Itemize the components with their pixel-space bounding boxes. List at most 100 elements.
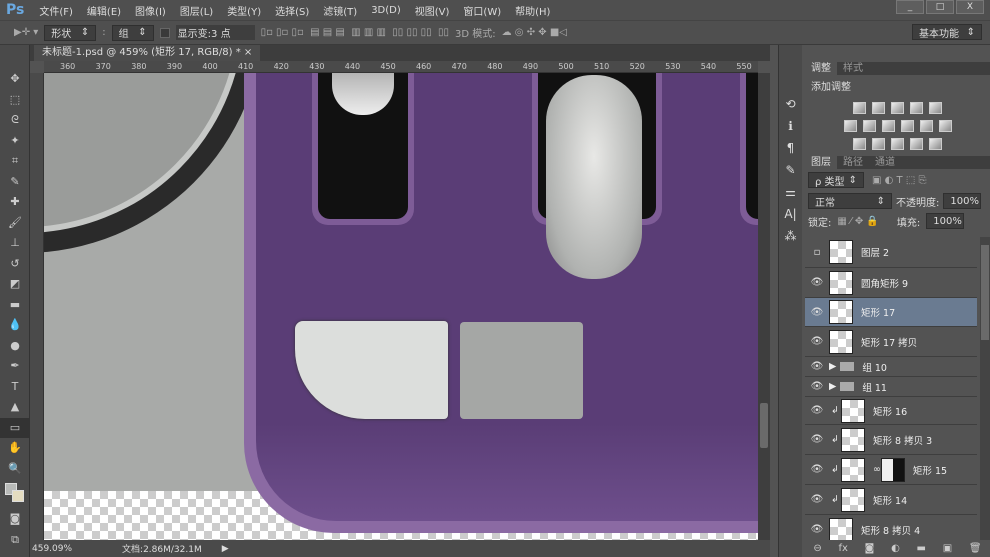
adjustment-icons-row-3[interactable]: [805, 138, 990, 150]
info-icon[interactable]: ℹ: [779, 115, 802, 137]
path-selection-icon[interactable]: ▲: [0, 397, 30, 418]
menu-edit[interactable]: 编辑(E): [80, 3, 128, 18]
eye-icon[interactable]: 👁: [805, 494, 829, 505]
workspace-select[interactable]: 基本功能 ⇕: [912, 24, 982, 40]
adjustment-icons-row-1[interactable]: [805, 102, 990, 114]
type-tool-icon[interactable]: T: [0, 377, 30, 398]
path-select-tool-icon[interactable]: ▶✛ ▾: [14, 27, 38, 38]
gradient-tool-icon[interactable]: ▬: [0, 295, 30, 316]
lock-icons[interactable]: ▦ ⁄ ✥ 🔒: [837, 216, 878, 227]
menu-filter[interactable]: 滤镜(T): [316, 3, 364, 18]
history-brush-icon[interactable]: ↺: [0, 254, 30, 275]
crop-tool-icon[interactable]: ⌗: [0, 151, 30, 172]
document-tab[interactable]: 未标题-1.psd @ 459% (矩形 17, RGB/8) * ×: [34, 45, 261, 61]
layer-row[interactable]: 👁 圆角矩形 9: [805, 268, 977, 298]
layer-row[interactable]: 👁 ↲ 矩形 8 拷贝 3: [805, 425, 977, 455]
menu-select[interactable]: 选择(S): [268, 3, 316, 18]
close-button[interactable]: X: [956, 0, 984, 14]
menu-3d[interactable]: 3D(D): [364, 5, 408, 16]
folder-icon[interactable]: ▬: [917, 543, 926, 554]
screen-mode-icon[interactable]: ⧉: [0, 530, 30, 551]
blend-mode-select[interactable]: 正常 ⇕: [808, 193, 892, 209]
maximize-button[interactable]: □: [926, 0, 954, 14]
swatches-icon[interactable]: ⁂: [779, 225, 802, 247]
healing-brush-icon[interactable]: ✚: [0, 192, 30, 213]
tab-styles[interactable]: 样式: [837, 62, 869, 75]
move-tool-icon[interactable]: ✥: [0, 69, 30, 90]
menu-window[interactable]: 窗口(W): [456, 3, 508, 18]
filter-icons[interactable]: ▣ ◐ T ⬚ ⎘: [872, 175, 926, 186]
eye-icon[interactable]: 👁: [805, 361, 829, 372]
status-arrow-icon[interactable]: ▶: [222, 544, 229, 554]
new-layer-icon[interactable]: ▣: [943, 543, 952, 554]
trash-icon[interactable]: 🗑: [969, 543, 982, 554]
eye-icon[interactable]: 👁: [805, 524, 829, 535]
pen-tool-icon[interactable]: ✒: [0, 356, 30, 377]
menu-image[interactable]: 图像(I): [128, 3, 173, 18]
eye-icon[interactable]: 👁: [805, 381, 829, 392]
brush-tool-icon[interactable]: 🖌: [0, 213, 30, 234]
magic-wand-icon[interactable]: ✦: [0, 131, 30, 152]
eye-icon[interactable]: 👁: [805, 464, 829, 475]
menu-help[interactable]: 帮助(H): [508, 3, 557, 18]
layer-row[interactable]: 👁 矩形 17 拷贝: [805, 327, 977, 357]
scroll-thumb[interactable]: [760, 403, 768, 448]
eye-icon[interactable]: 👁: [805, 277, 829, 288]
stamp-tool-icon[interactable]: ⊥: [0, 233, 30, 254]
vertical-scrollbar[interactable]: [758, 73, 770, 540]
mask-icon[interactable]: ◙: [865, 543, 875, 554]
tab-paths[interactable]: 路径: [837, 156, 869, 169]
brush-presets-icon[interactable]: ✎: [779, 159, 802, 181]
hand-tool-icon[interactable]: ✋: [0, 438, 30, 459]
tab-layers[interactable]: 图层: [805, 156, 837, 169]
blur-tool-icon[interactable]: 💧: [0, 315, 30, 336]
close-tab-icon[interactable]: ×: [244, 47, 252, 58]
menu-type[interactable]: 类型(Y): [220, 3, 268, 18]
layer-row[interactable]: 👁 ▶ 组 11: [805, 377, 977, 397]
history-icon[interactable]: ⟲: [779, 93, 802, 115]
layer-row[interactable]: 👁 ↲ 矩形 14: [805, 485, 977, 515]
character-icon[interactable]: A|: [779, 203, 802, 225]
rectangle-tool-icon[interactable]: ▭: [0, 417, 30, 438]
color-swatches-icon[interactable]: [0, 479, 30, 509]
eye-icon[interactable]: 👁: [805, 307, 829, 318]
mode-select[interactable]: 形状 ⇕: [44, 24, 97, 41]
fill-input[interactable]: 100%: [926, 213, 965, 229]
marquee-tool-icon[interactable]: ⬚: [0, 90, 30, 111]
fx-icon[interactable]: fx: [838, 543, 847, 554]
expand-arrow-icon[interactable]: ▶: [829, 381, 836, 392]
dodge-tool-icon[interactable]: ●: [0, 336, 30, 357]
adjustment-icons-row-2[interactable]: [805, 120, 990, 132]
layers-scrollbar[interactable]: [980, 237, 990, 540]
layer-filter-select[interactable]: ρ 类型 ⇕: [808, 172, 864, 188]
layer-row[interactable]: 👁 ↲ 矩形 16: [805, 397, 977, 425]
tab-channels[interactable]: 通道: [869, 156, 901, 169]
link-icon[interactable]: ⊖: [813, 543, 821, 554]
menu-view[interactable]: 视图(V): [408, 3, 457, 18]
zoom-level[interactable]: 459.09%: [32, 544, 72, 554]
eye-icon[interactable]: 👁: [805, 434, 829, 445]
eye-icon[interactable]: 👁: [805, 405, 829, 416]
opacity-input[interactable]: 100%: [943, 193, 982, 209]
layer-row[interactable]: 👁 ↲ ∞ 矩形 15: [805, 455, 977, 485]
canvas[interactable]: [44, 73, 758, 540]
adjustment-icon[interactable]: ◐: [891, 543, 900, 554]
tab-adjustments[interactable]: 调整: [805, 62, 837, 75]
align-icons[interactable]: ▯▫ ▯▫ ▯▫ ▤ ▤ ▤ ▥ ▥ ▥ ▯▯ ▯▯ ▯▯ ▯▯: [261, 27, 449, 38]
tool-presets-icon[interactable]: ⚌: [779, 181, 802, 203]
group-select[interactable]: 组 ⇕: [111, 24, 154, 41]
quick-mask-icon[interactable]: ◙: [0, 509, 30, 530]
layer-row[interactable]: 👁 矩形 17: [805, 298, 977, 327]
menu-layer[interactable]: 图层(L): [173, 3, 220, 18]
3d-tools-icons[interactable]: ☁ ◎ ✣ ✥ ■◁: [502, 27, 567, 38]
paragraph-icon[interactable]: ¶: [779, 137, 802, 159]
layer-row[interactable]: ▫ 图层 2: [805, 237, 977, 268]
zoom-tool-icon[interactable]: 🔍: [0, 459, 30, 480]
hidden-eye-box[interactable]: ▫: [805, 247, 829, 258]
layer-row[interactable]: 👁 矩形 8 拷贝 4: [805, 515, 977, 540]
minimize-button[interactable]: _: [896, 0, 924, 14]
expand-arrow-icon[interactable]: ▶: [829, 361, 836, 372]
lasso-tool-icon[interactable]: ᘓ: [0, 110, 30, 131]
eraser-icon[interactable]: ◩: [0, 274, 30, 295]
show-transform-checkbox[interactable]: [159, 27, 170, 38]
